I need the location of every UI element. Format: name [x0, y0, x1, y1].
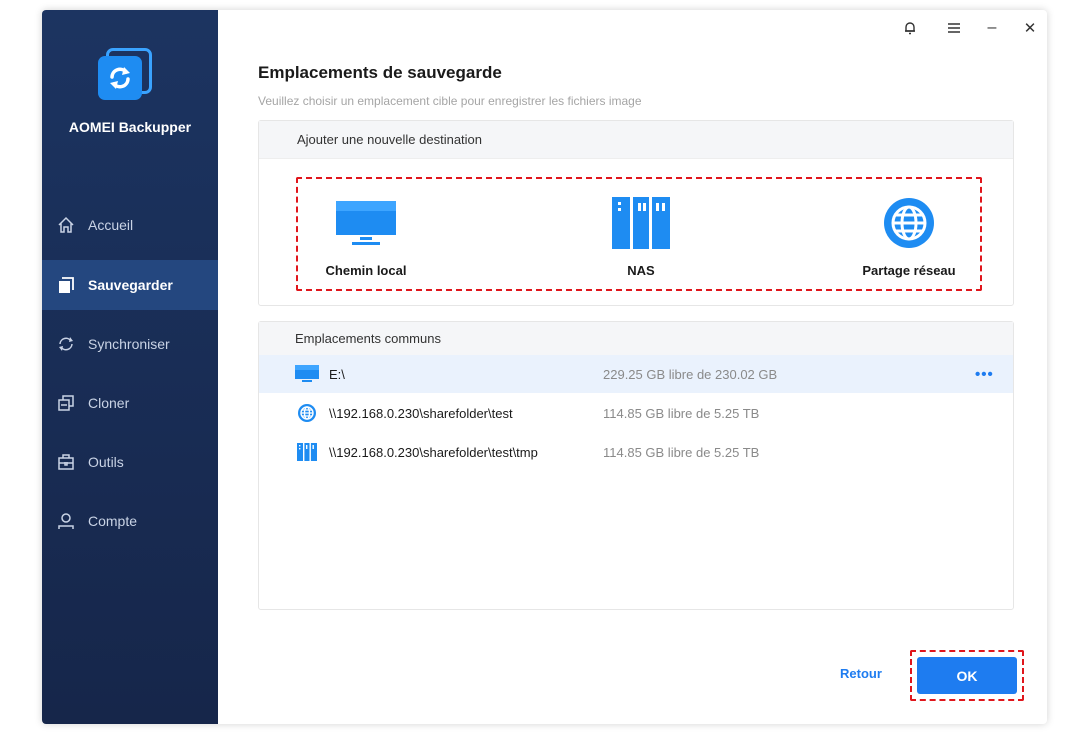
app-window: AOMEI Backupper Accueil Sauvegarder Sync…	[42, 10, 1047, 724]
sidebar-item-label: Synchroniser	[88, 336, 170, 352]
minimize-icon[interactable]: –	[982, 18, 1002, 38]
location-free-space: 229.25 GB libre de 230.02 GB	[603, 366, 778, 382]
location-row[interactable]: \\192.168.0.230\sharefolder\test\tmp 114…	[259, 433, 1013, 471]
nas-option[interactable]: NAS	[591, 179, 691, 289]
sidebar-item-cloner[interactable]: Cloner	[42, 378, 218, 428]
nas-icon	[612, 197, 670, 249]
sync-logo-icon	[110, 67, 130, 89]
back-button[interactable]: Retour	[840, 666, 882, 681]
sidebar-item-outils[interactable]: Outils	[42, 437, 218, 487]
sidebar-item-label: Cloner	[88, 395, 130, 411]
clone-icon	[56, 393, 76, 413]
monitor-icon	[336, 197, 396, 249]
local-path-option[interactable]: Chemin local	[316, 179, 416, 289]
menu-icon[interactable]	[944, 18, 964, 38]
ok-button-highlight: OK	[910, 650, 1024, 701]
globe-icon	[295, 403, 319, 423]
sidebar-item-label: Accueil	[88, 217, 134, 233]
app-name: AOMEI Backupper	[68, 119, 192, 135]
sidebar-item-label: Compte	[88, 513, 138, 529]
ok-button[interactable]: OK	[917, 657, 1017, 694]
common-locations-panel: Emplacements communs E:\ 229.25 GB libre…	[258, 321, 1014, 610]
sync-icon	[56, 334, 76, 354]
nas-icon	[295, 442, 319, 462]
sidebar: AOMEI Backupper Accueil Sauvegarder Sync…	[42, 10, 218, 724]
network-share-option[interactable]: Partage réseau	[854, 179, 964, 289]
sidebar-item-synchroniser[interactable]: Synchroniser	[42, 319, 218, 369]
app-logo	[96, 48, 154, 106]
destination-options-highlight: Chemin local NAS Partage réseau	[296, 177, 982, 291]
nas-label: NAS	[627, 263, 655, 278]
bell-icon[interactable]	[900, 18, 920, 38]
home-icon	[56, 215, 76, 235]
location-row[interactable]: E:\ 229.25 GB libre de 230.02 GB •••	[259, 355, 1013, 393]
location-path: \\192.168.0.230\sharefolder\test	[329, 405, 513, 421]
backup-icon	[56, 275, 76, 295]
location-free-space: 114.85 GB libre de 5.25 TB	[603, 444, 760, 460]
sidebar-item-label: Sauvegarder	[88, 277, 173, 293]
monitor-icon	[295, 364, 319, 384]
sidebar-item-compte[interactable]: Compte	[42, 496, 218, 546]
location-path: \\192.168.0.230\sharefolder\test\tmp	[329, 444, 538, 460]
more-options-icon[interactable]: •••	[975, 366, 994, 383]
network-share-label: Partage réseau	[862, 263, 956, 278]
location-path: E:\	[329, 366, 345, 382]
page-subtitle: Veuillez choisir un emplacement cible po…	[258, 94, 642, 108]
new-destination-panel: Ajouter une nouvelle destination Chemin …	[258, 120, 1014, 306]
sidebar-item-accueil[interactable]: Accueil	[42, 200, 218, 250]
close-icon[interactable]: ✕	[1020, 18, 1040, 38]
new-destination-header: Ajouter une nouvelle destination	[259, 121, 1013, 159]
globe-icon	[879, 197, 939, 249]
location-row[interactable]: \\192.168.0.230\sharefolder\test 114.85 …	[259, 394, 1013, 432]
tools-icon	[56, 452, 76, 472]
sidebar-item-sauvegarder[interactable]: Sauvegarder	[42, 260, 218, 310]
account-icon	[56, 511, 76, 531]
sidebar-item-label: Outils	[88, 454, 124, 470]
local-path-label: Chemin local	[325, 263, 407, 278]
location-free-space: 114.85 GB libre de 5.25 TB	[603, 405, 760, 421]
common-locations-header: Emplacements communs	[259, 322, 1013, 355]
page-title: Emplacements de sauvegarde	[258, 63, 502, 82]
